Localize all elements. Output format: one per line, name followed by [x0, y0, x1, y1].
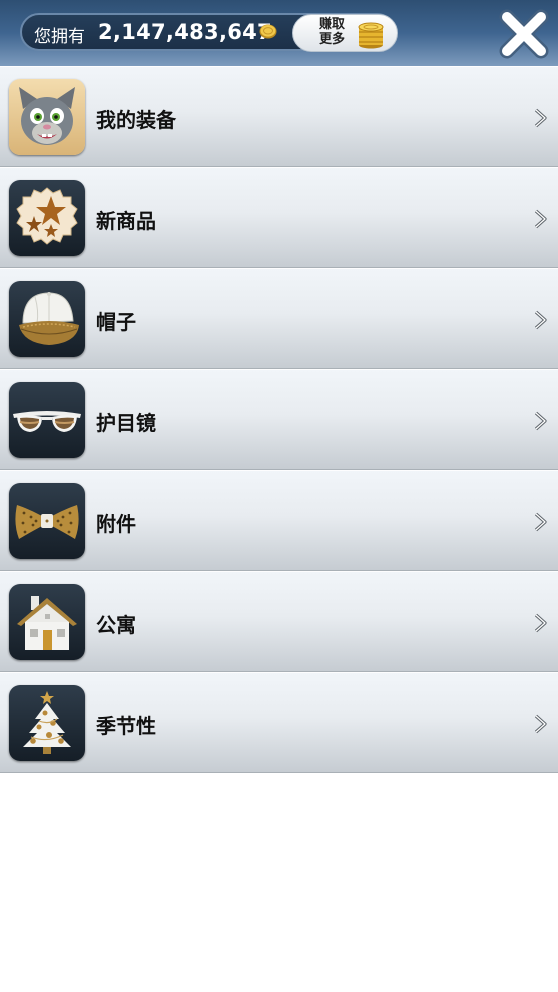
chevron-right-icon [534, 512, 547, 532]
new-star-badge-icon [9, 180, 85, 256]
category-label: 新商品 [96, 209, 156, 233]
baseball-cap-icon [9, 281, 85, 357]
earn-more-label: 赚取 更多 [315, 17, 349, 47]
chevron-right-icon [534, 714, 547, 734]
close-icon[interactable] [496, 6, 552, 62]
you-have-label: 您拥有 [34, 27, 85, 47]
earn-more-line2: 更多 [318, 32, 345, 47]
category-row-seasonal[interactable]: 季节性 [0, 672, 558, 773]
tom-cat-icon [9, 79, 85, 155]
bow-tie-icon [9, 483, 85, 559]
category-label: 帽子 [96, 310, 136, 334]
category-row-new-items[interactable]: 新商品 [0, 167, 558, 268]
chevron-right-icon [534, 310, 547, 330]
coin-count: 2,147,483,647 [98, 20, 272, 44]
category-row-my-equipment[interactable]: 我的装备 [0, 66, 558, 167]
category-row-accessories[interactable]: 附件 [0, 470, 558, 571]
gold-coin-icon [259, 24, 277, 39]
chevron-right-icon [534, 108, 547, 128]
earn-more-button[interactable]: 赚取 更多 [292, 14, 398, 52]
christmas-tree-icon [9, 685, 85, 761]
category-row-goggles[interactable]: 护目镜 [0, 369, 558, 470]
category-label: 我的装备 [96, 108, 176, 132]
chevron-right-icon [534, 613, 547, 633]
category-label: 公寓 [96, 613, 136, 637]
earn-more-line1: 赚取 [318, 17, 345, 32]
top-bar: 您拥有 2,147,483,647 赚取 更多 [0, 0, 558, 66]
category-label: 附件 [96, 512, 136, 536]
coin-balance-bar: 您拥有 2,147,483,647 赚取 更多 [20, 13, 398, 52]
shop-category-list: 我的装备 新商品 帽子 护目镜 附件 公寓 季节性 [0, 66, 558, 773]
category-label: 护目镜 [96, 411, 156, 435]
chevron-right-icon [534, 209, 547, 229]
house-icon [9, 584, 85, 660]
coin-stack-icon [358, 22, 384, 49]
chevron-right-icon [534, 411, 547, 431]
category-label: 季节性 [96, 714, 156, 738]
sunglasses-icon [9, 382, 85, 458]
category-row-hats[interactable]: 帽子 [0, 268, 558, 369]
category-row-apartment[interactable]: 公寓 [0, 571, 558, 672]
